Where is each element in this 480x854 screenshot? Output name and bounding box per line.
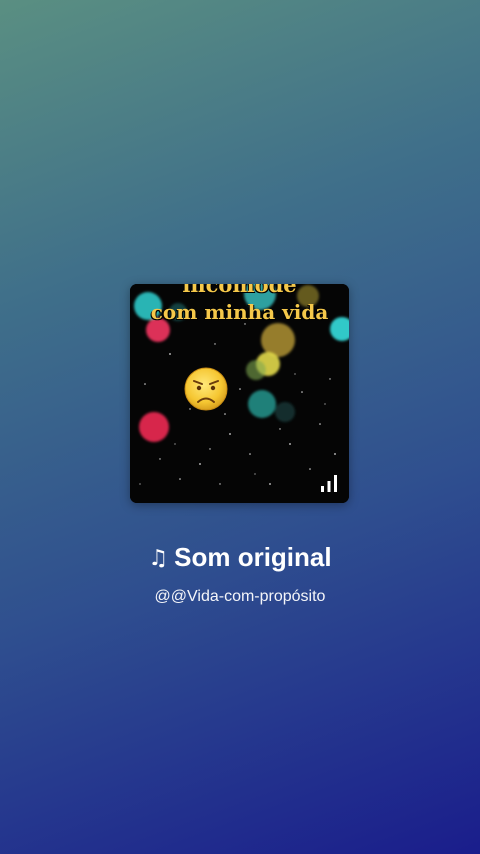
sound-title: ♫ Som original	[0, 540, 480, 576]
signal-bars-icon	[321, 475, 337, 492]
author-username-link[interactable]: @@Vida-com-propósito	[0, 586, 480, 608]
frowning-face-emoji	[184, 367, 228, 411]
cover-caption-top: incomode	[182, 284, 297, 297]
cover-caption-main: com minha vida	[150, 300, 329, 324]
sound-title-text: Som original	[174, 542, 332, 572]
music-note-icon: ♫	[148, 546, 169, 571]
sound-cover-card[interactable]: incomode com minha vida	[130, 284, 349, 503]
